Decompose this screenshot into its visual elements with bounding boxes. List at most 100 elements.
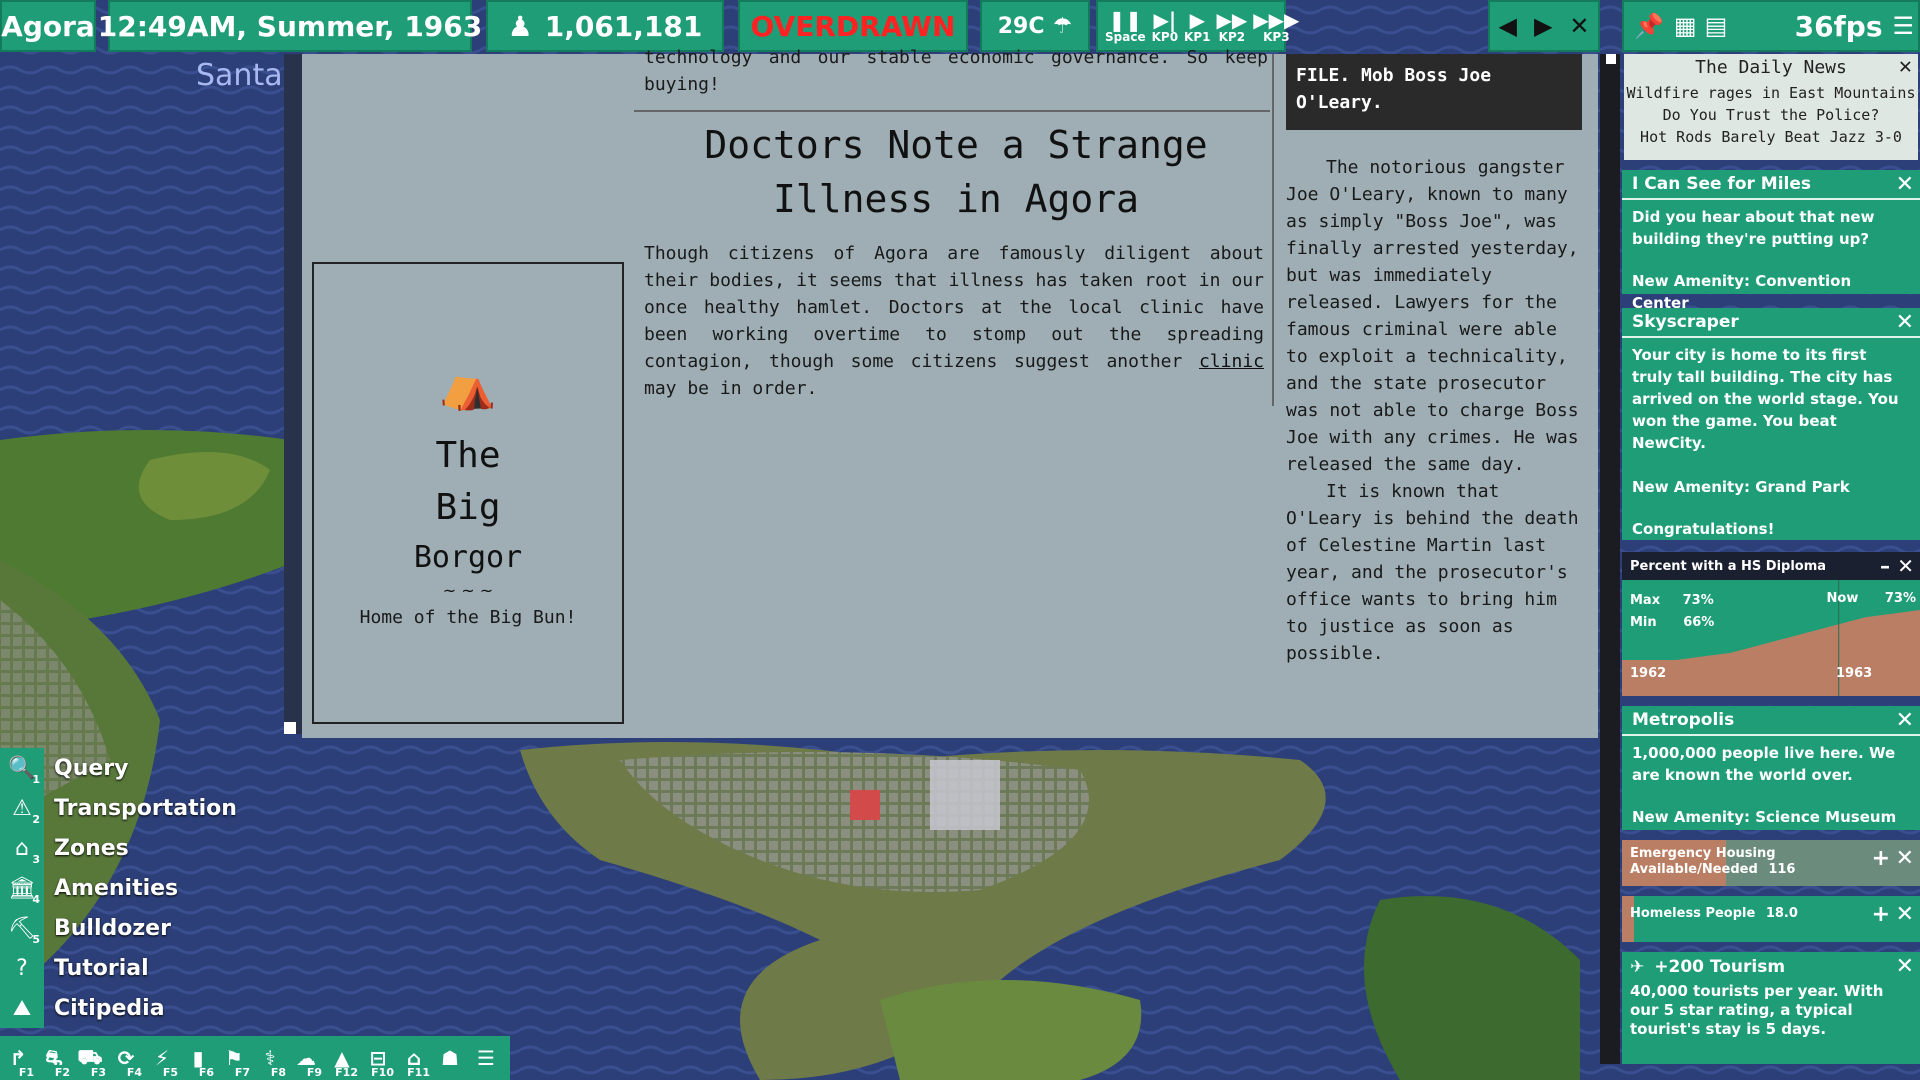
close-icon[interactable]: ✕ — [1896, 172, 1914, 197]
minimize-icon[interactable]: – — [1880, 554, 1890, 578]
hotkey-number: 2 — [32, 813, 40, 826]
min-label: Min — [1630, 615, 1657, 630]
homeless-label: Homeless People — [1630, 906, 1756, 921]
tourism-card[interactable]: ✈ +200 Tourism ✕ 40,000 tourists per yea… — [1622, 952, 1920, 1064]
photo-caption-box: FILE. Mob Boss Joe O'Leary. — [1286, 54, 1582, 130]
tool-menu-label: Citipedia — [54, 995, 165, 1021]
notification-card[interactable]: Metropolis ✕ 1,000,000 people live here.… — [1622, 706, 1920, 830]
max-value: 73% — [1682, 593, 1714, 608]
newspaper-icon[interactable]: ▤ — [1705, 12, 1728, 40]
person-icon: ♟ — [507, 9, 533, 43]
speed-button[interactable]: ▶▶▶ KP3 — [1253, 9, 1299, 43]
function-key-button[interactable]: ⚑ F7 — [216, 1036, 252, 1080]
tool-menu-label: Amenities — [54, 875, 179, 901]
now-value: 73% — [1884, 591, 1916, 606]
function-key-label: F4 — [126, 1066, 142, 1079]
ad-line-1: The — [435, 435, 501, 476]
city-name[interactable]: Agora — [0, 0, 96, 52]
magnifier-icon: 🔍 1 — [0, 748, 44, 788]
function-key-button[interactable]: ⊟ F10 — [360, 1036, 396, 1080]
function-key-button[interactable]: ⟳ F4 — [108, 1036, 144, 1080]
speed-button[interactable]: ❚❚ Space — [1105, 9, 1146, 43]
function-key-button[interactable]: ⛐ F2 — [36, 1036, 72, 1080]
close-icon[interactable]: ✕ — [1896, 846, 1914, 871]
function-key-button[interactable]: ↱ F1 — [0, 1036, 36, 1080]
close-newspaper-button[interactable]: ✕ — [1569, 12, 1589, 40]
tool-menu-item[interactable]: 🏛 4 Amenities — [0, 868, 260, 908]
close-icon[interactable]: ✕ — [1896, 902, 1914, 927]
tool-menu-item[interactable]: ⛰ Citipedia — [0, 988, 260, 1028]
next-arrow-button[interactable]: ▶ — [1534, 12, 1552, 40]
news-headline[interactable]: Hot Rods Barely Beat Jazz 3-0 — [1624, 126, 1918, 148]
speed-glyph: ❚❚ — [1108, 8, 1143, 32]
tool-menu-item[interactable]: ? Tutorial — [0, 948, 260, 988]
status-bar-right: 📌 ▦ ▤ 36fps ☰ — [1622, 0, 1920, 52]
function-key-button[interactable]: ⚕ F8 — [252, 1036, 288, 1080]
tool-menu-item[interactable]: ⚠ 2 Transportation — [0, 788, 260, 828]
close-icon[interactable]: ✕ — [1896, 310, 1914, 335]
road-icon: ⚠ 2 — [0, 788, 44, 828]
temperature-value: 29C — [997, 13, 1045, 39]
speed-key: KP3 — [1263, 30, 1290, 44]
clinic-link[interactable]: clinic — [1199, 351, 1264, 372]
tourist-icon: ✈ — [1630, 957, 1645, 977]
close-icon[interactable]: ✕ — [1899, 54, 1912, 79]
max-label: Max — [1630, 593, 1661, 608]
notification-title: I Can See for Miles — [1632, 174, 1812, 194]
function-key-button[interactable]: ▲ F12 — [324, 1036, 360, 1080]
function-key-label: F11 — [407, 1066, 430, 1079]
book-icon: ⛰ — [0, 988, 44, 1028]
notification-amenity: New Amenity: Grand Park — [1632, 478, 1850, 496]
notification-card[interactable]: Skyscraper ✕ Your city is home to its fi… — [1622, 308, 1920, 540]
notification-body: 1,000,000 people live here. We are known… — [1632, 744, 1896, 784]
close-icon[interactable]: ✕ — [1897, 554, 1914, 578]
close-icon[interactable]: ✕ — [1896, 954, 1914, 979]
hs-diploma-chart-card[interactable]: Percent with a HS Diploma – ✕ Max 73% Mi… — [1622, 552, 1920, 696]
plus-icon[interactable]: + — [1872, 846, 1890, 871]
housing-label-2: Available/Needed — [1630, 862, 1758, 877]
function-key-button[interactable]: ▮ F6 — [180, 1036, 216, 1080]
function-key-label: F1 — [18, 1066, 34, 1079]
news-headline[interactable]: Do You Trust the Police? — [1624, 104, 1918, 126]
min-value: 66% — [1683, 615, 1715, 630]
homeless-bar[interactable]: Homeless People 18.0 + ✕ — [1622, 896, 1920, 942]
house-icon: ⌂ 3 — [0, 828, 44, 868]
vertical-divider — [1272, 54, 1274, 406]
function-key-button[interactable]: ⚡ F5 — [144, 1036, 180, 1080]
homeless-value: 18.0 — [1765, 906, 1798, 921]
function-key-button[interactable]: ☗ — [432, 1036, 468, 1080]
grid-icon[interactable]: ▦ — [1674, 12, 1697, 40]
speed-button[interactable]: ▶| KP0 — [1152, 9, 1178, 43]
function-key-label: F7 — [234, 1066, 250, 1079]
tool-menu-item[interactable]: ⌂ 3 Zones — [0, 828, 260, 868]
speed-button[interactable]: ▶ KP1 — [1184, 9, 1210, 43]
daily-news-panel[interactable]: The Daily News ✕ Wildfire rages in East … — [1624, 54, 1918, 160]
speed-button[interactable]: ▶▶ KP2 — [1217, 9, 1248, 43]
housing-label: Emergency Housing — [1630, 846, 1776, 861]
function-key-button[interactable]: ⌂ F11 — [396, 1036, 432, 1080]
function-key-button[interactable]: ⛟ F3 — [72, 1036, 108, 1080]
tool-menu-item[interactable]: ⛏ 5 Bulldozer — [0, 908, 260, 948]
function-key-button[interactable]: ☰ — [468, 1036, 504, 1080]
prev-arrow-button[interactable]: ◀ — [1498, 12, 1516, 40]
close-icon[interactable]: ✕ — [1896, 708, 1914, 733]
fps-counter: 36fps — [1794, 9, 1883, 43]
population-value: 1,061,181 — [544, 9, 703, 43]
article-headline: Doctors Note a Strange Illness in Agora — [642, 118, 1270, 226]
ad-line-3: Borgor — [413, 540, 523, 575]
notification-card[interactable]: I Can See for Miles ✕ Did you hear about… — [1622, 170, 1920, 312]
function-key-button[interactable]: ☁ F9 — [288, 1036, 324, 1080]
news-headline[interactable]: Wildfire rages in East Mountains — [1624, 82, 1918, 104]
resize-handle[interactable] — [284, 722, 296, 734]
tool-icon: ☗ — [441, 1046, 459, 1070]
menu-icon[interactable]: ☰ — [1892, 12, 1914, 40]
ad-flourish: ~ ~ ~ — [442, 581, 494, 600]
emergency-housing-bar[interactable]: Emergency Housing Available/Needed 116 +… — [1622, 840, 1920, 886]
advertisement[interactable]: ⛺ The Big Borgor ~ ~ ~ Home of the Big B… — [312, 262, 624, 724]
function-key-label: F10 — [371, 1066, 394, 1079]
scrollbar[interactable] — [1600, 54, 1620, 1064]
scrollbar-thumb[interactable] — [1606, 54, 1616, 64]
tool-menu-item[interactable]: 🔍 1 Query — [0, 748, 260, 788]
plus-icon[interactable]: + — [1872, 902, 1890, 927]
pin-icon[interactable]: 📌 — [1634, 12, 1664, 40]
